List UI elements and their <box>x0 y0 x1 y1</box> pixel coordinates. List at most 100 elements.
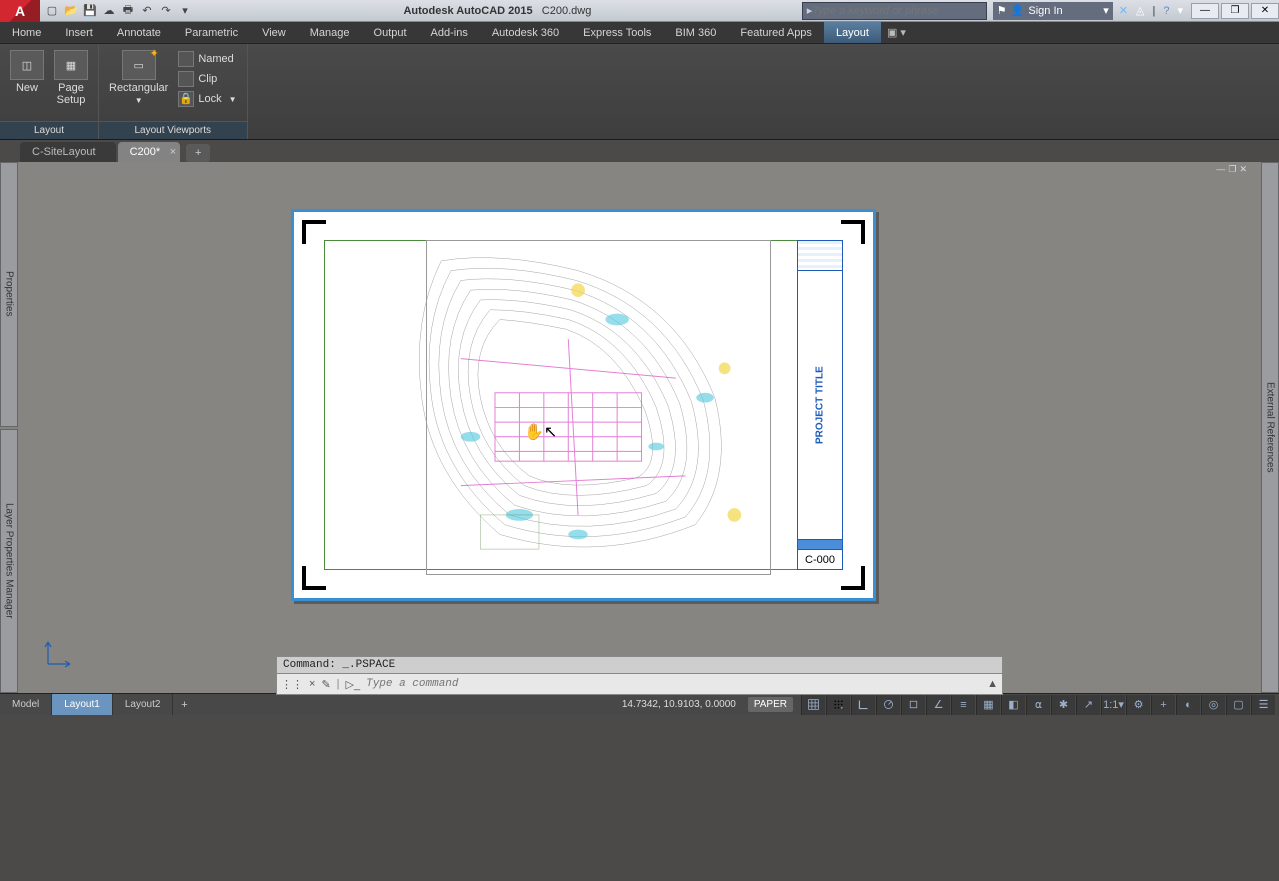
tab-parametric[interactable]: Parametric <box>173 22 250 43</box>
selection-cycling-icon[interactable]: ◧ <box>1001 695 1025 715</box>
named-button[interactable]: Named <box>176 50 238 68</box>
cmd-handle-icon[interactable]: ⋮⋮ <box>281 678 303 691</box>
exchange-icon: ⚑ <box>997 4 1007 17</box>
title-bar: A ▢ 📂 💾 ☁ 🖶 ↶ ↷ ▾ Autodesk AutoCAD 2015 … <box>0 0 1279 22</box>
sheet-number: C-000 <box>798 550 842 569</box>
annotation-scale-icon[interactable]: ⍺ <box>1026 695 1050 715</box>
doc-close-icon[interactable]: ✕ <box>1239 164 1247 176</box>
osnap-icon[interactable] <box>901 695 925 715</box>
annotation-monitor-icon[interactable]: + <box>1151 695 1175 715</box>
new-icon[interactable]: ▢ <box>44 3 60 19</box>
cmd-customize-icon[interactable]: ✎ <box>321 678 330 691</box>
ortho-icon[interactable] <box>851 695 875 715</box>
canvas[interactable]: — ❐ ✕ <box>18 162 1261 693</box>
saveas-icon[interactable]: ☁ <box>101 3 117 19</box>
page-setup-button[interactable]: ▦ Page Setup <box>52 48 90 108</box>
tab-layout[interactable]: Layout <box>824 22 881 43</box>
chevron-down-icon: ▼ <box>135 96 143 105</box>
camera-icon[interactable]: ▣ ▾ <box>887 26 906 39</box>
cmd-close-icon[interactable]: × <box>309 678 315 690</box>
annotation-visibility-icon[interactable]: ✱ <box>1051 695 1075 715</box>
signin-button[interactable]: ⚑ 👤 Sign In ▾ <box>993 2 1113 20</box>
close-icon[interactable]: × <box>170 146 176 158</box>
workspace-icon[interactable]: ⚙ <box>1126 695 1150 715</box>
print-icon[interactable]: 🖶 <box>120 3 136 19</box>
polar-icon[interactable] <box>876 695 900 715</box>
a360-icon[interactable]: ◬ <box>1136 4 1144 17</box>
isolate-icon[interactable]: ◎ <box>1201 695 1225 715</box>
panel-layout-viewports: ▭✦ Rectangular ▼ Named Clip 🔒Lock▼ Layou… <box>99 44 248 139</box>
app-logo[interactable]: A <box>0 0 40 22</box>
pan-cursor-icon: ✋↖ <box>524 422 557 442</box>
grid-icon[interactable] <box>801 695 825 715</box>
tab-featuredapps[interactable]: Featured Apps <box>728 22 824 43</box>
customize-icon[interactable]: ☰ <box>1251 695 1275 715</box>
autoscale-icon[interactable]: ↗ <box>1076 695 1100 715</box>
doc-restore-icon[interactable]: ❐ <box>1228 164 1236 176</box>
scale-list-icon[interactable]: 1:1▾ <box>1101 695 1125 715</box>
tab-view[interactable]: View <box>250 22 298 43</box>
add-tab-button[interactable]: + <box>186 144 210 162</box>
tab-model[interactable]: Model <box>0 694 52 715</box>
chevron-down-icon[interactable]: ▾ <box>1177 4 1183 17</box>
maximize-button[interactable]: ❐ <box>1221 3 1249 19</box>
help-icon[interactable]: ? <box>1163 5 1169 17</box>
ribbon: ◫ New ▦ Page Setup Layout ▭✦ Rectangular… <box>0 44 1279 140</box>
tab-manage[interactable]: Manage <box>298 22 362 43</box>
open-icon[interactable]: 📂 <box>63 3 79 19</box>
clip-button[interactable]: Clip <box>176 70 238 88</box>
add-layout-button[interactable]: + <box>173 694 195 715</box>
coordinates-readout: 14.7342, 10.9103, 0.0000 <box>610 699 748 710</box>
save-icon[interactable]: 💾 <box>82 3 98 19</box>
search-box[interactable]: ▸ <box>802 2 987 20</box>
panel-title-layout: Layout <box>0 121 98 139</box>
tab-bim360[interactable]: BIM 360 <box>663 22 728 43</box>
rectangular-button[interactable]: ▭✦ Rectangular ▼ <box>107 48 170 107</box>
properties-panel-tab[interactable]: Properties <box>0 162 18 427</box>
window-title: Autodesk AutoCAD 2015 C200.dwg <box>193 5 802 17</box>
undo-icon[interactable]: ↶ <box>139 3 155 19</box>
quick-access-toolbar: ▢ 📂 💾 ☁ 🖶 ↶ ↷ ▾ <box>40 3 193 19</box>
tab-annotate[interactable]: Annotate <box>105 22 173 43</box>
title-block-header <box>798 241 842 271</box>
lock-button[interactable]: 🔒Lock▼ <box>176 90 238 108</box>
tab-output[interactable]: Output <box>362 22 419 43</box>
clip-icon <box>178 71 194 87</box>
external-references-panel-tab[interactable]: External References <box>1261 162 1279 693</box>
transparency-icon[interactable]: ▦ <box>976 695 1000 715</box>
tab-layout2[interactable]: Layout2 <box>113 694 174 715</box>
layer-manager-panel-tab[interactable]: Layer Properties Manager <box>0 429 18 694</box>
space-toggle[interactable]: PAPER <box>748 697 793 712</box>
close-button[interactable]: ✕ <box>1251 3 1279 19</box>
cleanscreen-icon[interactable]: ▢ <box>1226 695 1250 715</box>
tab-autodesk360[interactable]: Autodesk 360 <box>480 22 571 43</box>
redo-icon[interactable]: ↷ <box>158 3 174 19</box>
infocenter: ✕ ◬ | ? ▾ <box>1119 4 1191 17</box>
minimize-button[interactable]: — <box>1191 3 1219 19</box>
cmd-history-toggle-icon[interactable]: ▲ <box>987 678 998 690</box>
qat-dropdown-icon[interactable]: ▾ <box>177 3 193 19</box>
paper-sheet[interactable]: PROJECT TITLE C-000 ✋↖ <box>291 209 876 601</box>
otrack-icon[interactable]: ∠ <box>926 695 950 715</box>
doc-minimize-icon[interactable]: — <box>1216 164 1225 176</box>
user-icon: 👤 <box>1011 4 1025 17</box>
snap-icon[interactable] <box>826 695 850 715</box>
tab-addins[interactable]: Add-ins <box>419 22 480 43</box>
tab-expresstools[interactable]: Express Tools <box>571 22 663 43</box>
tab-layout1[interactable]: Layout1 <box>52 694 113 715</box>
command-input[interactable] <box>366 678 981 690</box>
exchange-x-icon[interactable]: ✕ <box>1119 4 1128 17</box>
rectangular-icon: ▭✦ <box>122 50 156 80</box>
lineweight-icon[interactable]: ≡ <box>951 695 975 715</box>
hardware-accel-icon[interactable]: ◐ <box>1176 695 1200 715</box>
tab-home[interactable]: Home <box>0 22 53 43</box>
new-layout-button[interactable]: ◫ New <box>8 48 46 96</box>
doctab-sitelayout[interactable]: C-SiteLayout <box>20 142 116 162</box>
search-input[interactable] <box>812 5 981 17</box>
tab-insert[interactable]: Insert <box>53 22 105 43</box>
doctab-c200[interactable]: C200*× <box>118 142 181 162</box>
ribbon-tabs: Home Insert Annotate Parametric View Man… <box>0 22 1279 44</box>
viewport-boundary[interactable] <box>426 240 771 575</box>
page-setup-icon: ▦ <box>54 50 88 80</box>
chevron-down-icon: ▾ <box>1103 4 1109 17</box>
